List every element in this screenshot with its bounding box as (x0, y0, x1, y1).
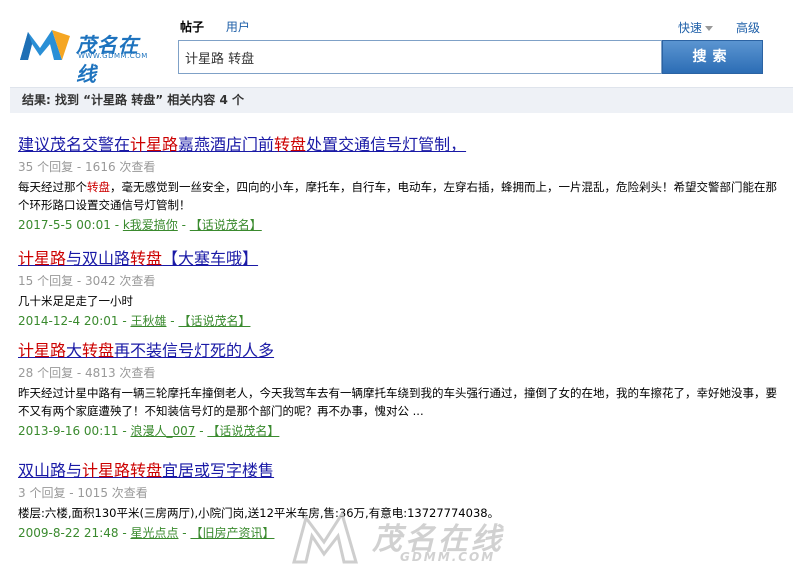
quick-search-dropdown[interactable]: 快速 (678, 19, 714, 36)
title-text: 建议茂名交警在 (18, 135, 131, 154)
title-highlight: 转盘 (130, 249, 163, 268)
title-highlight: 转盘 (130, 461, 163, 480)
title-text: 与双山路 (66, 249, 131, 268)
advanced-search-link[interactable]: 高级 (736, 19, 760, 36)
logo-mark-icon (20, 30, 70, 60)
result-description: 昨天经过计星中路有一辆三轮摩托车撞倒老人，今天我驾车去有一辆摩托车绕到我的车头强… (18, 386, 777, 418)
title-text: 嘉燕酒店门前 (178, 135, 275, 154)
header: 茂名在线 WWW.GDMM.COM 帖子 用户 快速 高级 搜索 (0, 0, 793, 86)
title-text: 再不装信号灯死的人多 (114, 341, 275, 360)
results-list: 建议茂名交警在计星路嘉燕酒店门前转盘处置交通信号灯管制， 35 个回复 - 16… (18, 134, 778, 542)
desc-text: ，毫无感觉到一丝安全，四向的小车，摩托车，自行车，电动车，左穿右插，蜂拥而上，一… (18, 180, 777, 212)
title-text: 大 (66, 341, 83, 360)
result-summary: 结果: 找到 “计星路 转盘” 相关内容 4 个 (10, 87, 793, 113)
result-date: 2017-5-5 00:01 (18, 218, 111, 232)
result-author-link[interactable]: 浪漫人_007 (130, 424, 195, 438)
result-description: 几十米足足走了一小时 (18, 292, 778, 310)
title-text: 处置交通信号灯管制， (306, 135, 467, 154)
search-button[interactable]: 搜索 (662, 40, 763, 74)
title-highlight: 计星路 (82, 461, 131, 480)
result-stats: 28 个回复 - 4813 次查看 (18, 366, 156, 380)
title-highlight: 计星路 (18, 341, 67, 360)
desc-highlight: 转盘 (87, 180, 110, 194)
title-text: 【大塞车哦】 (162, 249, 259, 268)
result-meta: 2013-9-16 00:11 - 浪漫人_007 - 【话说茂名】 (18, 424, 280, 438)
result-forum-link[interactable]: 【话说茂名】 (178, 314, 250, 328)
result-item: 计星路大转盘再不装信号灯死的人多 28 个回复 - 4813 次查看 昨天经过计… (18, 340, 778, 440)
result-stats: 3 个回复 - 1015 次查看 (18, 486, 148, 500)
result-description: 每天经过那个转盘，毫无感觉到一丝安全，四向的小车，摩托车，自行车，电动车，左穿右… (18, 178, 778, 214)
title-text: 宜居或写字楼售 (162, 461, 275, 480)
search-tabs: 帖子 用户 (180, 18, 268, 35)
result-title[interactable]: 计星路大转盘再不装信号灯死的人多 (18, 340, 778, 362)
result-author-link[interactable]: 星光点点 (130, 526, 178, 540)
result-forum-link[interactable]: 【话说茂名】 (190, 218, 262, 232)
result-stats: 15 个回复 - 3042 次查看 (18, 274, 156, 288)
search-box (178, 40, 662, 74)
result-forum-link[interactable]: 【旧房产资讯】 (190, 526, 274, 540)
title-highlight: 转盘 (274, 135, 307, 154)
result-stats: 35 个回复 - 1616 次查看 (18, 160, 156, 174)
result-item: 计星路与双山路转盘【大塞车哦】 15 个回复 - 3042 次查看 几十米足足走… (18, 248, 778, 348)
tab-users[interactable]: 用户 (226, 18, 250, 35)
search-input[interactable] (179, 41, 661, 73)
watermark-subtext: GDMM.COM (400, 550, 496, 564)
site-logo[interactable]: 茂名在线 WWW.GDMM.COM (18, 26, 158, 86)
result-author-link[interactable]: 王秋雄 (130, 314, 166, 328)
result-forum-link[interactable]: 【话说茂名】 (207, 424, 279, 438)
result-title[interactable]: 建议茂名交警在计星路嘉燕酒店门前转盘处置交通信号灯管制， (18, 134, 778, 156)
result-date: 2009-8-22 21:48 (18, 526, 119, 540)
result-date: 2014-12-4 20:01 (18, 314, 119, 328)
result-title[interactable]: 计星路与双山路转盘【大塞车哦】 (18, 248, 778, 270)
logo-subtext: WWW.GDMM.COM (78, 52, 148, 60)
result-date: 2013-9-16 00:11 (18, 424, 119, 438)
title-highlight: 计星路 (18, 249, 67, 268)
watermark: 茂名在线 GDMM.COM (290, 508, 510, 572)
result-meta: 2017-5-5 00:01 - k我爱搞你 - 【话说茂名】 (18, 218, 262, 232)
desc-text: 每天经过那个 (18, 180, 87, 194)
result-meta: 2014-12-4 20:01 - 王秋雄 - 【话说茂名】 (18, 314, 251, 328)
watermark-logo-icon (292, 510, 358, 564)
result-title[interactable]: 双山路与计星路转盘宜居或写字楼售 (18, 460, 778, 482)
title-highlight: 转盘 (82, 341, 115, 360)
title-text: 双山路与 (18, 461, 83, 480)
desc-text: 几十米足足走了一小时 (18, 294, 133, 308)
result-author-link[interactable]: k我爱搞你 (123, 218, 178, 232)
caret-down-icon (705, 26, 714, 31)
result-item: 建议茂名交警在计星路嘉燕酒店门前转盘处置交通信号灯管制， 35 个回复 - 16… (18, 134, 778, 234)
quick-search-label: 快速 (678, 21, 703, 35)
title-highlight: 计星路 (130, 135, 179, 154)
tab-posts[interactable]: 帖子 (180, 18, 204, 35)
